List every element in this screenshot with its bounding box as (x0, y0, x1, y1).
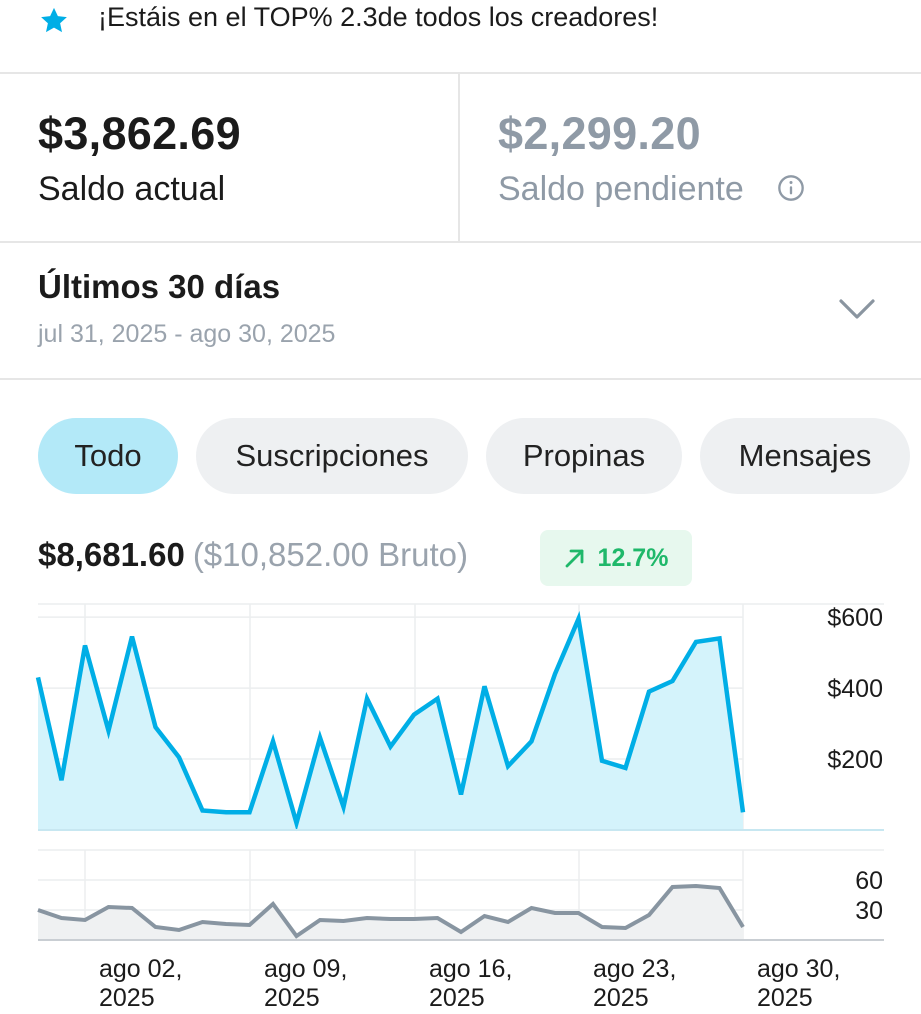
x-tick-label: ago 16, (429, 955, 512, 983)
x-tick-label: ago 23, (593, 955, 676, 983)
earnings-charts: $200$400$6003060ago 02,2025ago 09,2025ag… (35, 603, 884, 1012)
change-badge: 12.7% (540, 530, 692, 586)
x-tick-label: ago 09, (264, 955, 347, 983)
divider (0, 378, 921, 380)
series-area (38, 886, 743, 940)
x-tick-label: 2025 (593, 984, 649, 1012)
top-creator-banner: ¡Estáis en el TOP% 2.3de todos los cread… (0, 0, 921, 40)
pending-balance-amount: $2,299.20 (498, 108, 701, 159)
tab-suscripciones[interactable]: Suscripciones (196, 418, 468, 494)
info-icon[interactable] (777, 174, 805, 202)
y-tick-label: $600 (827, 604, 883, 632)
divider (0, 72, 921, 74)
y-tick-label: $400 (827, 675, 883, 703)
current-balance: $3,862.69 Saldo actual (38, 108, 241, 209)
star-icon (41, 7, 67, 33)
category-tabs: Todo Suscripciones Propinas Mensajes (38, 418, 921, 494)
y-tick-label: 30 (855, 897, 883, 925)
period-title: Últimos 30 días (38, 268, 281, 305)
y-tick-label: 60 (855, 867, 883, 895)
pending-balance-label-row: Saldo pendiente (498, 170, 805, 209)
gross-earnings: ($10,852.00 Bruto) (192, 536, 468, 573)
period-range: jul 31, 2025 - ago 30, 2025 (38, 320, 336, 348)
chevron-down-icon[interactable] (838, 296, 876, 322)
tab-todo[interactable]: Todo (38, 418, 178, 494)
pending-balance-label: Saldo pendiente (498, 170, 744, 208)
tab-propinas[interactable]: Propinas (486, 418, 682, 494)
x-tick-label: ago 30, (757, 955, 840, 983)
x-tick-label: 2025 (264, 984, 320, 1012)
net-earnings: $8,681.60 (38, 536, 185, 573)
balance-divider (458, 74, 460, 242)
x-tick-label: ago 02, (99, 955, 182, 983)
x-tick-label: 2025 (99, 984, 155, 1012)
current-balance-label: Saldo actual (38, 170, 226, 208)
y-tick-label: $200 (827, 746, 883, 774)
pending-balance: $2,299.20 Saldo pendiente (498, 108, 805, 209)
banner-text: ¡Estáis en el TOP% 2.3de todos los cread… (98, 2, 659, 32)
change-percent: 12.7% (597, 543, 669, 572)
earnings-summary: $8,681.60 ($10,852.00 Bruto) (38, 536, 468, 586)
divider (0, 241, 921, 243)
current-balance-amount: $3,862.69 (38, 108, 241, 159)
period-selector[interactable]: Últimos 30 días jul 31, 2025 - ago 30, 2… (38, 268, 335, 349)
x-tick-label: 2025 (429, 984, 485, 1012)
tab-mensajes[interactable]: Mensajes (700, 418, 910, 494)
x-tick-label: 2025 (757, 984, 813, 1012)
arrow-up-right-icon (565, 549, 583, 568)
